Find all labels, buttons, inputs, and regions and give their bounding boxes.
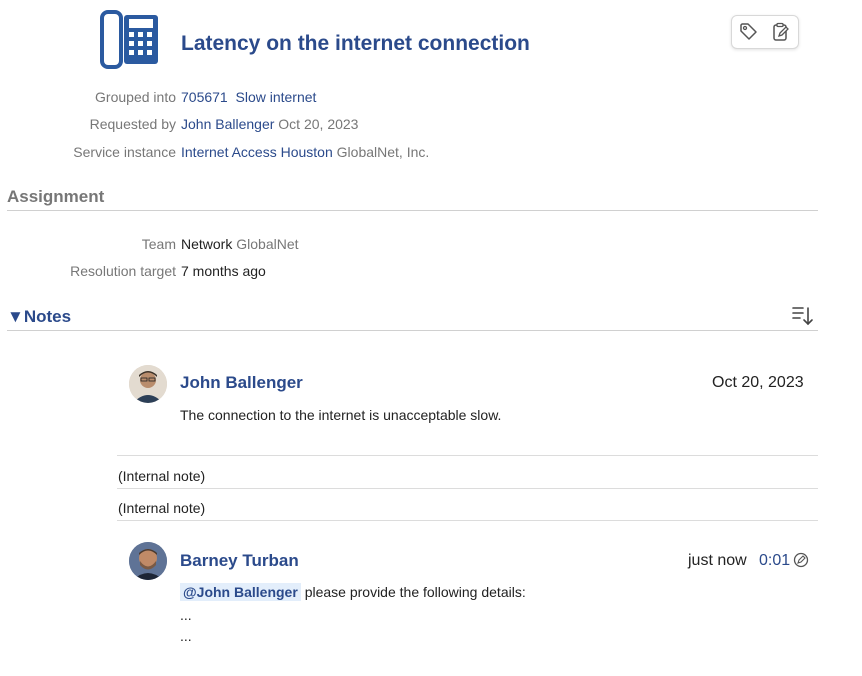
grouped-label: Grouped into <box>95 89 176 105</box>
tag-icon[interactable] <box>739 22 759 42</box>
avatar <box>129 365 167 403</box>
avatar <box>129 542 167 580</box>
reply-author[interactable]: Barney Turban <box>180 551 299 571</box>
note-date: Oct 20, 2023 <box>712 374 804 391</box>
internal-note-1[interactable]: (Internal note) <box>118 468 205 484</box>
page-title: Latency on the internet connection <box>181 32 530 55</box>
grouped-name-link[interactable]: Slow internet <box>236 89 317 105</box>
reply-line: ... <box>180 607 192 623</box>
service-provider: GlobalNet, Inc. <box>336 144 430 160</box>
resolution-row: Resolution target 7 months ago <box>0 263 862 281</box>
requester-link[interactable]: John Ballenger <box>181 116 274 132</box>
divider <box>117 488 818 489</box>
resolution-label: Resolution target <box>70 263 176 279</box>
mention-tag[interactable]: @John Ballenger <box>180 583 301 601</box>
note-author[interactable]: John Ballenger <box>180 373 303 393</box>
internal-note-2[interactable]: (Internal note) <box>118 500 205 516</box>
reply-time: just now <box>688 552 747 569</box>
reply-body: @John Ballenger please provide the follo… <box>180 583 526 601</box>
divider <box>117 455 818 456</box>
clipboard-edit-icon[interactable] <box>771 22 791 42</box>
divider <box>117 520 818 521</box>
divider <box>7 210 818 211</box>
requested-date: Oct 20, 2023 <box>278 116 359 132</box>
requested-row: Requested by John Ballenger Oct 20, 2023 <box>0 116 862 134</box>
sort-descending-icon[interactable] <box>792 305 814 327</box>
team-value[interactable]: Network <box>181 236 232 252</box>
phone-icon <box>100 10 162 70</box>
divider <box>7 330 818 331</box>
toolbar <box>731 15 799 49</box>
resolution-value: 7 months ago <box>181 263 266 279</box>
service-row: Service instance Internet Access Houston… <box>0 144 862 162</box>
reply-text: please provide the following details: <box>304 584 526 600</box>
assignment-heading: Assignment <box>7 187 105 206</box>
team-label: Team <box>141 236 176 252</box>
reply-line: ... <box>180 628 192 644</box>
timer-edit-icon[interactable] <box>793 552 809 568</box>
grouped-id-link[interactable]: 705671 <box>181 89 228 105</box>
service-instance-link[interactable]: Internet Access Houston <box>181 144 333 160</box>
team-org: GlobalNet <box>236 236 299 252</box>
reply-timer[interactable]: 0:01 <box>759 552 790 570</box>
team-row: Team Network GlobalNet <box>0 236 862 254</box>
note-text: The connection to the internet is unacce… <box>180 407 502 423</box>
requested-label: Requested by <box>89 116 176 132</box>
grouped-row: Grouped into 705671 Slow internet <box>0 89 862 107</box>
service-label: Service instance <box>73 144 176 160</box>
notes-toggle[interactable]: ▼Notes <box>7 307 71 327</box>
